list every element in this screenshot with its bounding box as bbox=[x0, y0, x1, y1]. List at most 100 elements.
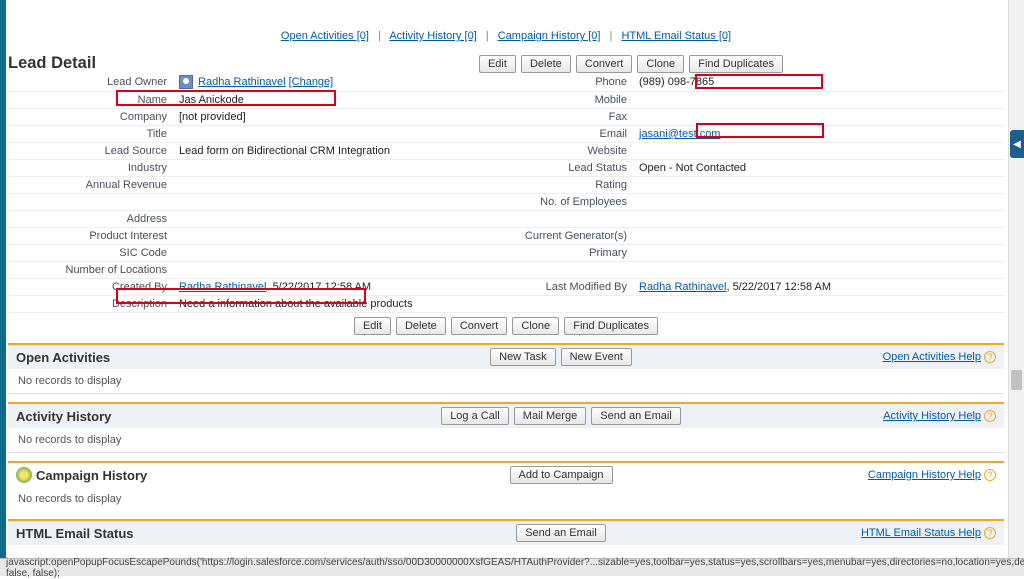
last-modified-link[interactable]: Radha Rathinavel bbox=[639, 281, 726, 293]
anchor-nav: Open Activities [0] | Activity History [… bbox=[8, 30, 1004, 42]
chevron-left-icon: ◀ bbox=[1013, 139, 1021, 150]
campaign-history-title: Campaign History bbox=[36, 468, 147, 483]
value-product-interest bbox=[173, 228, 503, 245]
label-mobile: Mobile bbox=[503, 92, 633, 109]
value-address bbox=[173, 211, 503, 228]
label-last-modified: Last Modified By bbox=[503, 279, 633, 296]
status-text: javascript:openPopupFocusEscapePounds('h… bbox=[6, 557, 1024, 579]
campaign-history-empty: No records to display bbox=[8, 487, 1004, 511]
help-icon[interactable]: ? bbox=[984, 527, 996, 539]
label-sic-code: SIC Code bbox=[8, 245, 173, 262]
edit-button-bottom[interactable]: Edit bbox=[354, 317, 391, 335]
add-to-campaign-button[interactable]: Add to Campaign bbox=[510, 466, 613, 484]
help-icon[interactable]: ? bbox=[984, 469, 996, 481]
html-email-help-link[interactable]: HTML Email Status Help bbox=[861, 527, 981, 539]
new-event-button[interactable]: New Event bbox=[561, 348, 632, 366]
scrollbar-thumb[interactable] bbox=[1011, 370, 1022, 390]
activity-history-empty: No records to display bbox=[8, 428, 1004, 453]
value-title bbox=[173, 126, 503, 143]
change-owner-link[interactable]: [Change] bbox=[289, 76, 334, 88]
value-description: Need a information about the available p… bbox=[173, 296, 1004, 313]
label-title: Title bbox=[8, 126, 173, 143]
value-primary bbox=[633, 245, 1004, 262]
label-fax: Fax bbox=[503, 109, 633, 126]
nav-html-email-status[interactable]: HTML Email Status [0] bbox=[621, 30, 731, 42]
nav-sep: | bbox=[610, 30, 613, 42]
open-activities-help-link[interactable]: Open Activities Help bbox=[883, 351, 981, 363]
label-name: Name bbox=[8, 92, 173, 109]
help-icon[interactable]: ? bbox=[984, 410, 996, 422]
find-duplicates-button-bottom[interactable]: Find Duplicates bbox=[564, 317, 658, 335]
lead-owner-link[interactable]: Radha Rathinavel bbox=[198, 76, 285, 88]
side-collapse-tab[interactable]: ◀ bbox=[1010, 130, 1024, 158]
edit-button[interactable]: Edit bbox=[479, 55, 516, 73]
convert-button-bottom[interactable]: Convert bbox=[451, 317, 508, 335]
left-accent-bar bbox=[0, 0, 6, 558]
email-link[interactable]: jasani@test.com bbox=[639, 128, 720, 140]
log-call-button[interactable]: Log a Call bbox=[441, 407, 509, 425]
new-task-button[interactable]: New Task bbox=[490, 348, 555, 366]
help-icon[interactable]: ? bbox=[984, 351, 996, 363]
nav-open-activities[interactable]: Open Activities [0] bbox=[281, 30, 369, 42]
label-lead-status: Lead Status bbox=[503, 160, 633, 177]
value-website bbox=[633, 143, 1004, 160]
clone-button[interactable]: Clone bbox=[637, 55, 684, 73]
created-by-link[interactable]: Radha Rathinavel bbox=[179, 281, 266, 293]
last-modified-date: , 5/22/2017 12:58 AM bbox=[726, 281, 831, 293]
value-no-employees bbox=[633, 194, 1004, 211]
label-no-employees: No. of Employees bbox=[503, 194, 633, 211]
send-email-button-2[interactable]: Send an Email bbox=[516, 524, 606, 542]
delete-button-bottom[interactable]: Delete bbox=[396, 317, 446, 335]
user-icon bbox=[179, 75, 193, 89]
detail-table: Lead Owner Radha Rathinavel [Change] Pho… bbox=[8, 73, 1004, 313]
label-lead-owner: Lead Owner bbox=[8, 73, 173, 92]
find-duplicates-button[interactable]: Find Duplicates bbox=[689, 55, 783, 73]
activity-history-title: Activity History bbox=[16, 409, 276, 424]
send-email-button[interactable]: Send an Email bbox=[591, 407, 681, 425]
label-created-by: Created By bbox=[8, 279, 173, 296]
value-sic-code bbox=[173, 245, 503, 262]
label-description: Description bbox=[8, 296, 173, 313]
related-open-activities: Open Activities New Task New Event Open … bbox=[8, 343, 1004, 394]
campaign-history-help-link[interactable]: Campaign History Help bbox=[868, 469, 981, 481]
label-phone: Phone bbox=[503, 73, 633, 92]
related-html-email: HTML Email Status Send an Email HTML Ema… bbox=[8, 519, 1004, 545]
clone-button-bottom[interactable]: Clone bbox=[512, 317, 559, 335]
activity-history-help-link[interactable]: Activity History Help bbox=[883, 410, 981, 422]
label-industry: Industry bbox=[8, 160, 173, 177]
label-primary: Primary bbox=[503, 245, 633, 262]
mail-merge-button[interactable]: Mail Merge bbox=[514, 407, 586, 425]
label-website: Website bbox=[503, 143, 633, 160]
value-annual-revenue bbox=[173, 177, 503, 194]
label-company: Company bbox=[8, 109, 173, 126]
value-fax bbox=[633, 109, 1004, 126]
value-rating bbox=[633, 177, 1004, 194]
nav-sep: | bbox=[378, 30, 381, 42]
campaign-icon bbox=[16, 467, 32, 483]
nav-activity-history[interactable]: Activity History [0] bbox=[389, 30, 476, 42]
delete-button[interactable]: Delete bbox=[521, 55, 571, 73]
label-current-generator: Current Generator(s) bbox=[503, 228, 633, 245]
value-phone: (989) 098-7865 bbox=[633, 73, 1004, 92]
nav-campaign-history[interactable]: Campaign History [0] bbox=[498, 30, 601, 42]
label-address: Address bbox=[8, 211, 173, 228]
label-rating: Rating bbox=[503, 177, 633, 194]
label-num-locations: Number of Locations bbox=[8, 262, 173, 279]
nav-sep: | bbox=[486, 30, 489, 42]
value-name: Jas Anickode bbox=[173, 92, 503, 109]
value-current-generator bbox=[633, 228, 1004, 245]
label-lead-source: Lead Source bbox=[8, 143, 173, 160]
vertical-scrollbar[interactable] bbox=[1008, 0, 1024, 558]
value-industry bbox=[173, 160, 503, 177]
convert-button[interactable]: Convert bbox=[576, 55, 633, 73]
related-activity-history: Activity History Log a Call Mail Merge S… bbox=[8, 402, 1004, 453]
label-email: Email bbox=[503, 126, 633, 143]
value-company: [not provided] bbox=[173, 109, 503, 126]
created-by-date: , 5/22/2017 12:58 AM bbox=[266, 281, 371, 293]
page-title: Lead Detail bbox=[8, 54, 258, 73]
open-activities-empty: No records to display bbox=[8, 369, 1004, 394]
value-lead-status: Open - Not Contacted bbox=[633, 160, 1004, 177]
related-campaign-history: Campaign History Add to Campaign Campaig… bbox=[8, 461, 1004, 511]
value-mobile bbox=[633, 92, 1004, 109]
value-lead-source: Lead form on Bidirectional CRM Integrati… bbox=[173, 143, 503, 160]
